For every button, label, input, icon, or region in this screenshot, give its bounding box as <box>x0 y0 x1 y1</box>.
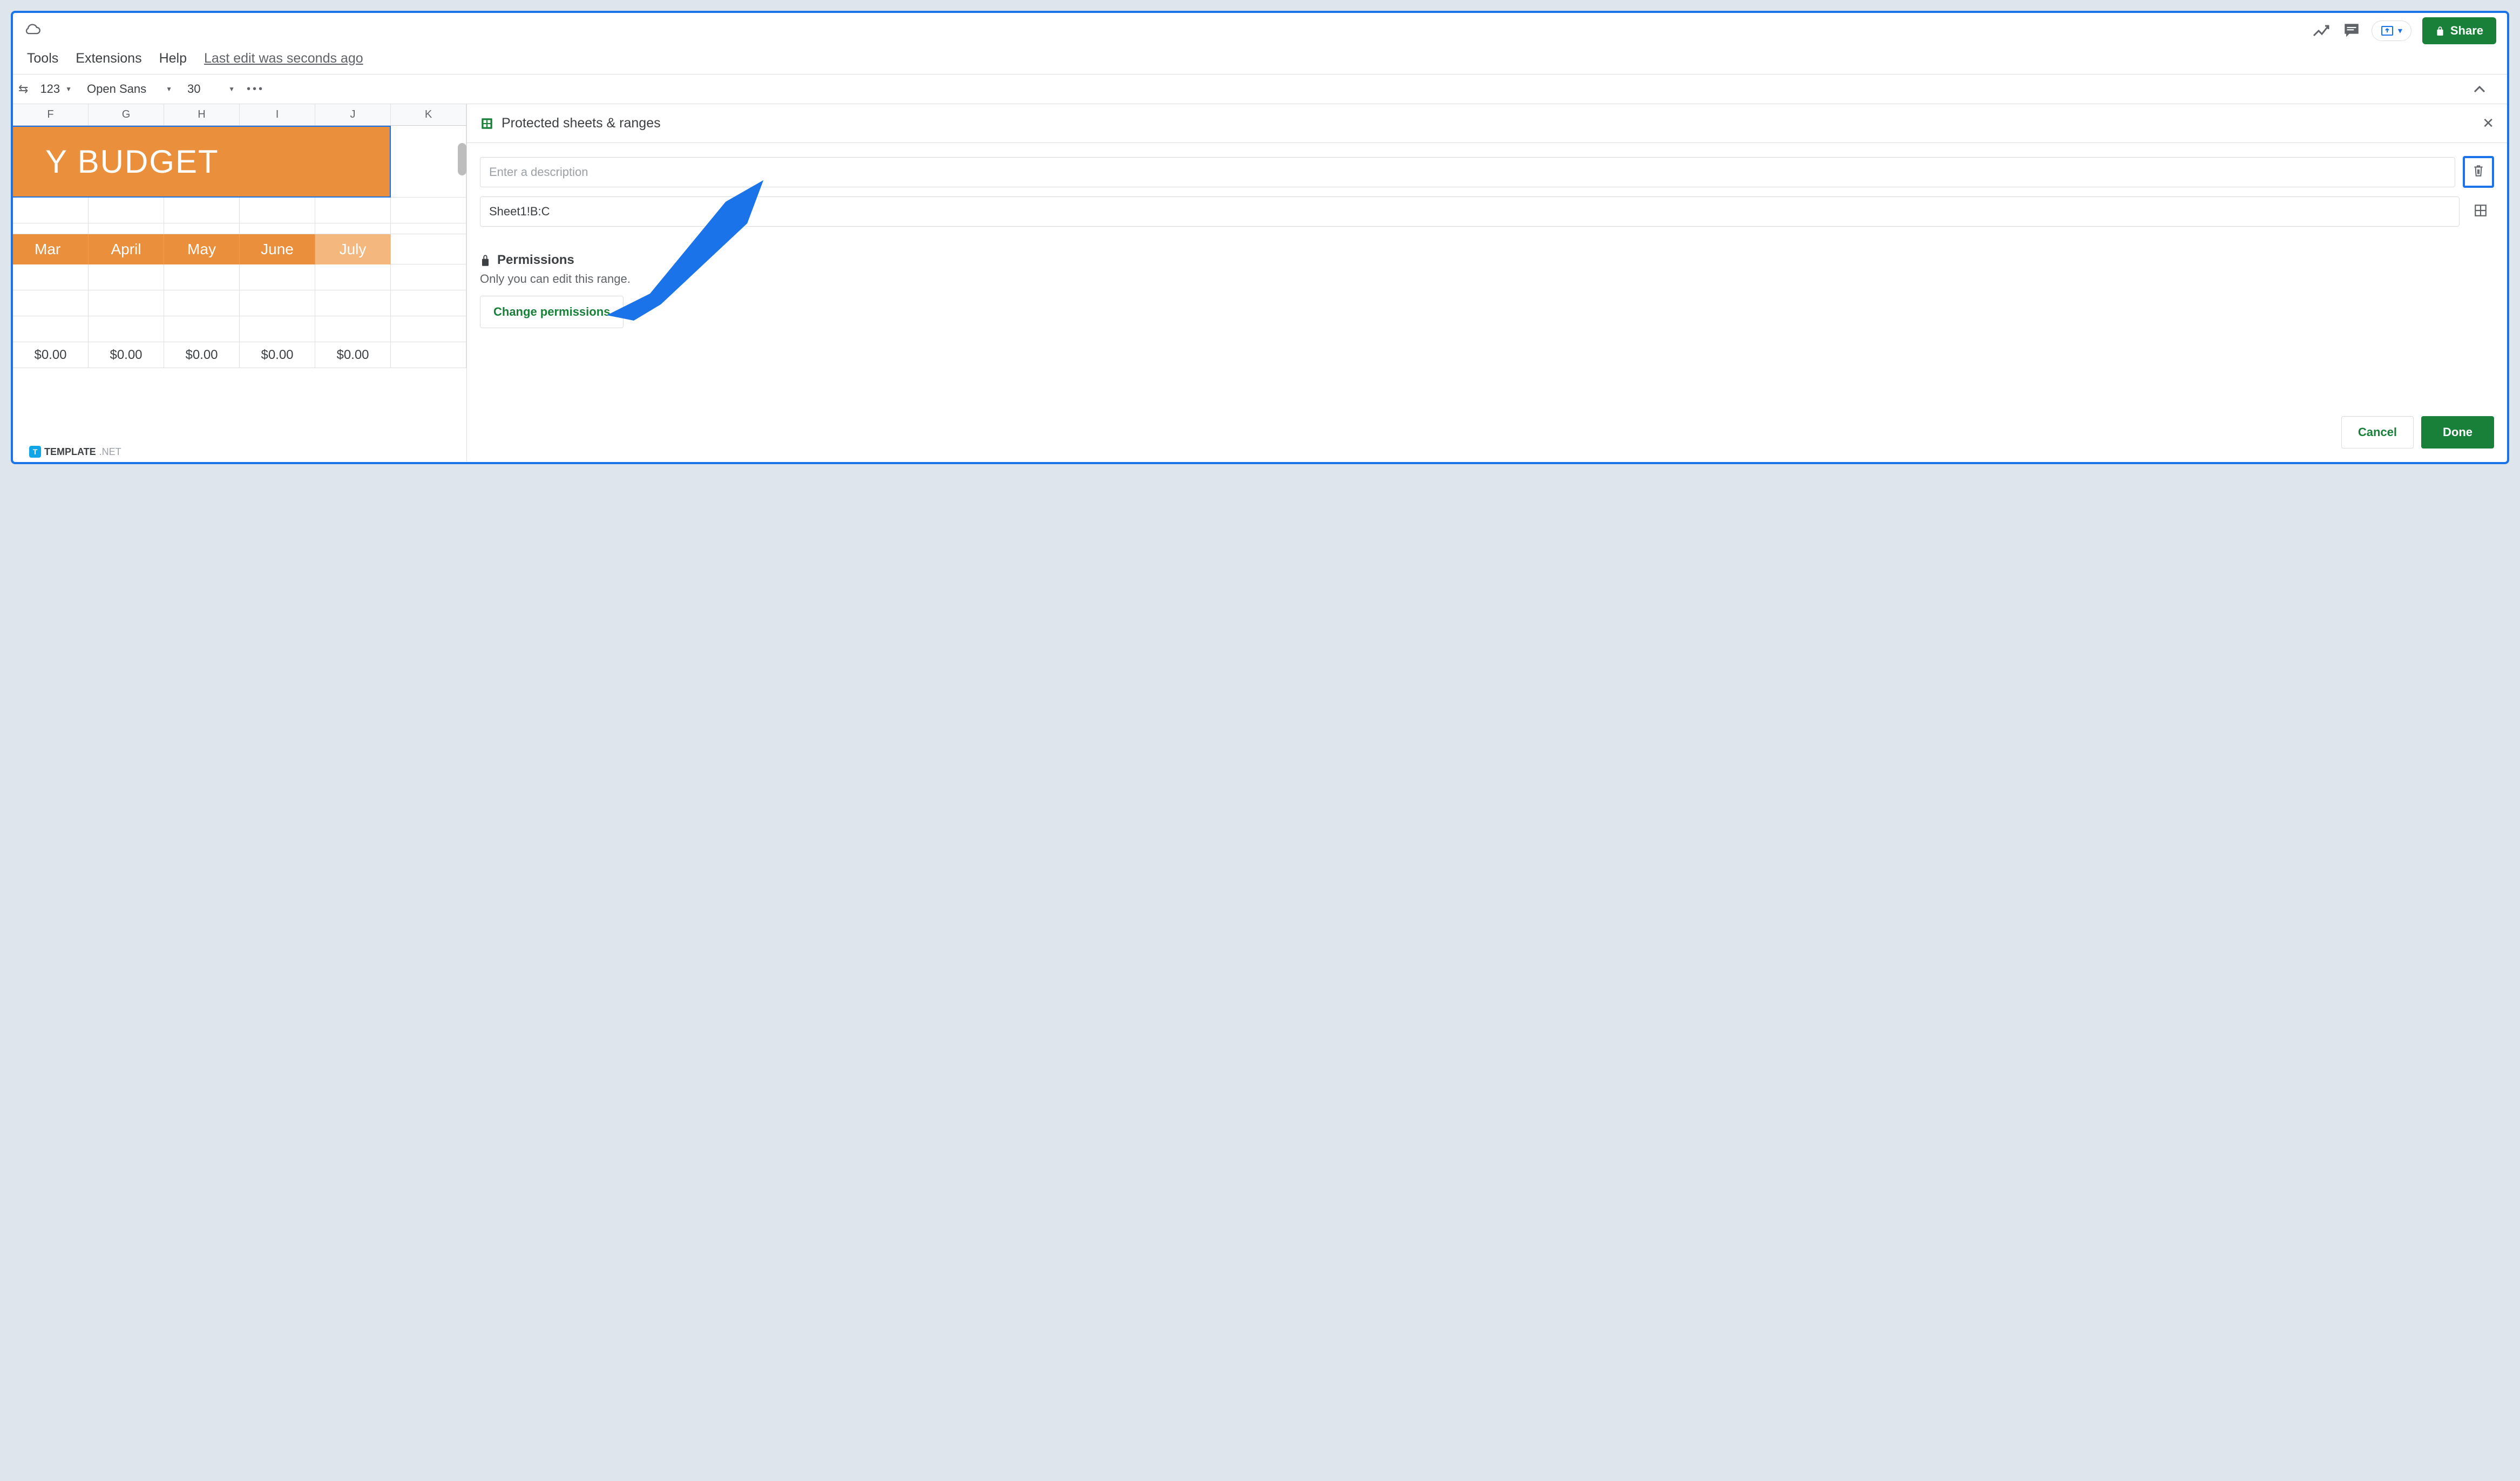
col-header[interactable]: I <box>240 104 315 125</box>
last-edit-link[interactable]: Last edit was seconds ago <box>204 51 363 66</box>
total-cell[interactable]: $0.00 <box>164 342 240 368</box>
column-headers: F G H I J K <box>13 104 466 126</box>
font-size-label: 30 <box>187 82 200 96</box>
permissions-heading: Permissions <box>497 253 574 268</box>
content-area: F G H I J K Y BUDGET Mar April May June … <box>13 104 2507 461</box>
title-bar: ▾ Share <box>13 13 2507 44</box>
watermark-name: TEMPLATE <box>44 446 96 458</box>
col-header[interactable]: J <box>315 104 391 125</box>
col-header[interactable]: F <box>13 104 89 125</box>
month-cell[interactable]: May <box>164 234 240 264</box>
menu-help[interactable]: Help <box>159 51 187 66</box>
cancel-button[interactable]: Cancel <box>2341 416 2414 449</box>
col-header[interactable]: G <box>89 104 164 125</box>
month-cell[interactable]: June <box>240 234 315 264</box>
menu-extensions[interactable]: Extensions <box>76 51 141 66</box>
protected-ranges-panel: Protected sheets & ranges ✕ Enter a desc… <box>466 104 2507 461</box>
month-cell[interactable]: Mar <box>13 234 89 264</box>
more-toolbar-icon[interactable]: ••• <box>247 83 265 96</box>
present-button[interactable]: ▾ <box>2372 21 2411 41</box>
title-cell[interactable]: Y BUDGET <box>13 126 391 198</box>
watermark: T TEMPLATE.NET <box>29 446 121 458</box>
total-cell[interactable]: $0.00 <box>315 342 391 368</box>
col-header[interactable]: K <box>391 104 466 125</box>
font-size-dropdown[interactable]: 30▼ <box>184 80 238 98</box>
watermark-suffix: .NET <box>99 446 121 458</box>
share-button[interactable]: Share <box>2422 17 2496 44</box>
permissions-description: Only you can edit this range. <box>480 272 2494 286</box>
close-icon[interactable]: ✕ <box>2482 115 2494 132</box>
number-format-label: 123 <box>40 82 60 96</box>
collapse-toolbar-icon[interactable] <box>2474 81 2485 97</box>
spreadsheet-grid[interactable]: F G H I J K Y BUDGET Mar April May June … <box>13 104 466 461</box>
toolbar-truncated-icon[interactable]: ⇆ <box>18 82 28 96</box>
grid-icon <box>2474 203 2488 218</box>
chevron-down-icon: ▾ <box>2398 25 2402 36</box>
scrollbar-thumb[interactable] <box>458 143 466 175</box>
comments-icon[interactable] <box>2342 22 2361 40</box>
totals-row: $0.00 $0.00 $0.00 $0.00 $0.00 <box>13 342 466 368</box>
watermark-badge: T <box>29 446 41 458</box>
menu-tools[interactable]: Tools <box>27 51 58 66</box>
description-input[interactable]: Enter a description <box>480 157 2455 187</box>
delete-range-button[interactable] <box>2463 156 2494 188</box>
sheets-icon <box>480 117 494 131</box>
total-cell[interactable]: $0.00 <box>89 342 164 368</box>
lock-icon <box>480 254 491 267</box>
trash-icon <box>2472 164 2484 178</box>
total-cell[interactable]: $0.00 <box>13 342 89 368</box>
panel-title: Protected sheets & ranges <box>502 116 2475 131</box>
trend-icon[interactable] <box>2312 24 2332 37</box>
font-family-dropdown[interactable]: Open Sans▼ <box>84 80 175 98</box>
month-cell[interactable]: July <box>315 234 391 264</box>
range-input[interactable]: Sheet1!B:C <box>480 196 2460 227</box>
done-button[interactable]: Done <box>2421 416 2494 449</box>
month-header-row: Mar April May June July <box>13 234 466 264</box>
share-label: Share <box>2450 24 2483 38</box>
select-range-button[interactable] <box>2467 198 2494 226</box>
app-window: ▾ Share a Tools Extensions Help Last edi… <box>11 11 2509 464</box>
toolbar: ⇆ 123▼ Open Sans▼ 30▼ ••• <box>13 74 2507 104</box>
menu-bar: a Tools Extensions Help Last edit was se… <box>13 44 2507 74</box>
total-cell[interactable]: $0.00 <box>240 342 315 368</box>
month-cell[interactable]: April <box>89 234 164 264</box>
change-permissions-button[interactable]: Change permissions <box>480 296 624 328</box>
font-family-label: Open Sans <box>87 82 146 96</box>
cloud-sync-icon[interactable] <box>24 23 42 39</box>
col-header[interactable]: H <box>164 104 240 125</box>
number-format-dropdown[interactable]: 123▼ <box>37 80 75 98</box>
